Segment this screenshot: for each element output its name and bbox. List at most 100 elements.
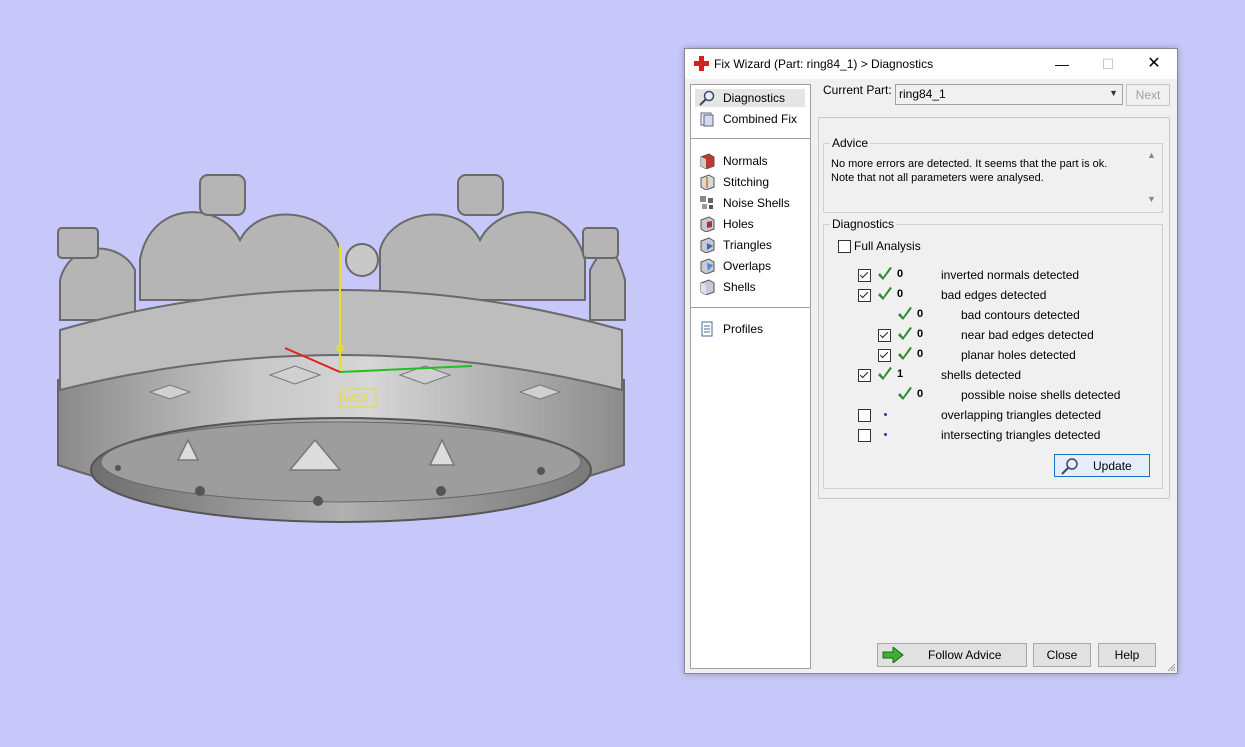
advice-group: Advice No more errors are detected. It s…: [823, 136, 1163, 213]
diagnostic-label: shells detected: [941, 368, 1022, 382]
diagnostic-count: 0: [917, 388, 924, 400]
diagnostic-row: 0 planar holes detected: [824, 347, 1154, 365]
nav-separator: [691, 138, 810, 139]
diagnostic-count: 0: [897, 288, 904, 300]
green-check-icon: [898, 387, 912, 400]
green-check-icon: [878, 267, 892, 280]
stitching-cube-icon: [700, 174, 715, 190]
diagnostic-label: bad edges detected: [941, 288, 1047, 302]
nav-label: Triangles: [723, 238, 772, 252]
nav-item-holes[interactable]: Holes: [695, 215, 805, 233]
diagnostic-row: 0 bad edges detected: [824, 287, 1154, 305]
diagnostics-group-label: Diagnostics: [830, 217, 897, 231]
fix-wizard-dialog: Fix Wizard (Part: ring84_1) > Diagnostic…: [684, 48, 1178, 674]
nav-item-profiles[interactable]: Profiles: [695, 320, 805, 338]
close-window-button[interactable]: ✕: [1131, 49, 1177, 79]
nav-item-diagnostics[interactable]: Diagnostics: [695, 89, 805, 107]
nav-item-normals[interactable]: Normals: [695, 152, 805, 170]
chevron-down-icon: ▼: [1109, 88, 1118, 98]
scroll-up-icon[interactable]: ▲: [1147, 150, 1156, 160]
update-label: Update: [1093, 459, 1132, 473]
nav-label: Profiles: [723, 322, 764, 336]
magnifier-icon: [699, 90, 715, 106]
next-button[interactable]: Next: [1126, 84, 1170, 106]
nav-label: Shells: [723, 280, 756, 294]
update-button[interactable]: Update: [1054, 454, 1150, 477]
diagnostic-label: near bad edges detected: [961, 328, 1094, 342]
noise-shells-icon: [700, 196, 713, 209]
diagnostics-panel: Advice No more errors are detected. It s…: [818, 117, 1170, 499]
magnifier-icon: [1061, 458, 1078, 475]
window-title: Fix Wizard (Part: ring84_1) > Diagnostic…: [714, 57, 934, 71]
diagnostic-label: overlapping triangles detected: [941, 408, 1102, 422]
diagnostic-count: 1: [897, 368, 904, 380]
diagnostic-label: inverted normals detected: [941, 268, 1080, 282]
nav-item-shells[interactable]: Shells: [695, 278, 805, 296]
checkbox[interactable]: [838, 240, 851, 253]
green-check-icon: [898, 327, 912, 340]
shells-cube-icon: [700, 279, 715, 295]
diagnostic-row: 0 possible noise shells detected: [824, 387, 1154, 405]
nav-item-combined-fix[interactable]: Combined Fix: [695, 110, 805, 128]
nav-label: Stitching: [723, 175, 770, 189]
diagnostic-checkbox[interactable]: [858, 369, 871, 382]
close-button[interactable]: Close: [1033, 643, 1091, 667]
normals-cube-icon: [700, 153, 715, 169]
3d-viewport[interactable]: WCS Y: [0, 0, 680, 747]
diagnostic-checkbox[interactable]: [858, 289, 871, 302]
green-arrow-icon: [882, 647, 904, 663]
green-check-icon: [898, 347, 912, 360]
diagnostic-checkbox[interactable]: [858, 269, 871, 282]
advice-scrollbar[interactable]: ▲ ▼: [1145, 150, 1159, 206]
diagnostic-label: planar holes detected: [961, 348, 1076, 362]
nav-label: Diagnostics: [723, 91, 786, 105]
nav-item-stitching[interactable]: Stitching: [695, 173, 805, 191]
title-bar[interactable]: Fix Wizard (Part: ring84_1) > Diagnostic…: [685, 49, 1177, 79]
diagnostic-label: possible noise shells detected: [961, 388, 1121, 402]
advice-text: No more errors are detected. It seems th…: [831, 158, 1108, 184]
nav-item-triangles[interactable]: Triangles: [695, 236, 805, 254]
minimize-button[interactable]: —: [1039, 49, 1085, 79]
nav-label: Combined Fix: [723, 112, 798, 126]
green-check-icon: [878, 367, 892, 380]
diagnostic-row: intersecting triangles detected: [824, 427, 1154, 445]
scroll-down-icon[interactable]: ▼: [1147, 194, 1156, 204]
diagnostic-row: overlapping triangles detected: [824, 407, 1154, 425]
diagnostic-count: 0: [897, 268, 904, 280]
current-part-label: Current Part:: [823, 83, 892, 97]
maximize-button[interactable]: ☐: [1085, 49, 1131, 79]
diagnostic-checkbox[interactable]: [878, 349, 891, 362]
current-part-dropdown[interactable]: ring84_1 ▼: [895, 84, 1123, 105]
diagnostic-count: 0: [917, 328, 924, 340]
nav-item-overlaps[interactable]: Overlaps: [695, 257, 805, 275]
y-axis-label: Y: [336, 246, 343, 257]
ring-model: WCS Y: [57, 174, 626, 523]
triangles-cube-icon: [700, 237, 715, 253]
red-cross-icon: [694, 56, 709, 71]
holes-cube-icon: [700, 216, 715, 232]
diagnostic-label: bad contours detected: [961, 308, 1080, 322]
diagnostic-count: 0: [917, 308, 924, 320]
nav-label: Normals: [723, 154, 768, 168]
diagnostic-checkbox[interactable]: [858, 409, 871, 422]
full-analysis-label: Full Analysis: [854, 239, 921, 253]
nav-separator: [691, 307, 810, 308]
diagnostic-checkbox[interactable]: [858, 429, 871, 442]
diagnostic-checkbox[interactable]: [878, 329, 891, 342]
diagnostic-row: 0 bad contours detected: [824, 307, 1154, 325]
current-part-value: ring84_1: [899, 87, 946, 101]
help-button[interactable]: Help: [1098, 643, 1156, 667]
green-check-icon: [898, 307, 912, 320]
diagnostic-count: 0: [917, 348, 924, 360]
wizard-nav-panel: Diagnostics Combined Fix Normals Stitchi…: [690, 84, 811, 669]
follow-advice-button[interactable]: Follow Advice: [877, 643, 1027, 667]
document-icon: [701, 321, 713, 337]
layers-icon: [700, 112, 714, 127]
nav-item-noise-shells[interactable]: Noise Shells: [695, 194, 805, 212]
green-check-icon: [878, 287, 892, 300]
wcs-label: WCS: [343, 393, 369, 405]
diagnostic-row: 1 shells detected: [824, 367, 1154, 385]
follow-advice-label: Follow Advice: [928, 648, 1002, 662]
resize-grip-icon[interactable]: [1166, 662, 1176, 672]
nav-label: Overlaps: [723, 259, 772, 273]
